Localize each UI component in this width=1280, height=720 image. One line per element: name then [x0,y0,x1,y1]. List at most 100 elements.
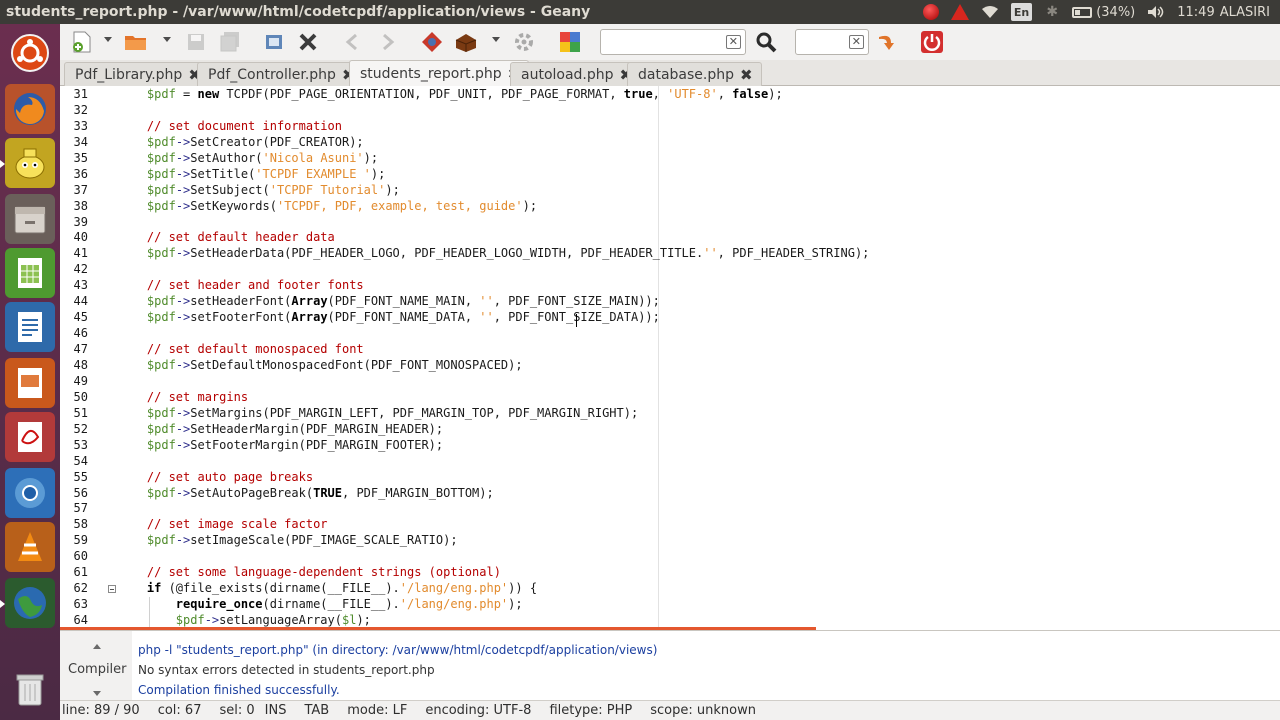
revert-icon[interactable] [260,28,288,56]
code-line[interactable]: $pdf->SetAuthor('Nicola Asuni'); [118,151,378,165]
wifi-icon[interactable] [981,3,999,21]
code-line[interactable]: $pdf->SetKeywords('TCPDF, PDF, example, … [118,199,537,213]
user-menu[interactable]: ALASIRI [1220,5,1270,20]
compiler-message-line[interactable]: Compilation finished successfully. [138,683,340,697]
close-tab-icon[interactable]: ✖ [740,66,753,84]
line-number: 48 [73,357,88,372]
ubuntu-dash-icon[interactable] [5,28,55,78]
code-line[interactable]: // set margins [118,390,248,404]
line-number: 41 [73,246,88,261]
bluetooth-icon[interactable]: ✱ [1044,3,1060,21]
status-tab: TAB [304,703,330,718]
goto-line-input[interactable]: ✕ [795,29,869,55]
clear-search-icon[interactable]: ✕ [725,35,741,49]
run-execute-icon[interactable] [510,28,538,56]
code-line[interactable]: $pdf = new TCPDF(PDF_PAGE_ORIENTATION, P… [118,87,783,101]
code-line[interactable]: $pdf->SetHeaderData(PDF_HEADER_LOGO, PDF… [118,246,869,260]
trash-icon[interactable] [5,664,55,714]
battery-icon[interactable] [1072,3,1093,21]
code-line[interactable]: $pdf->SetFooterMargin(PDF_MARGIN_FOOTER)… [118,438,443,452]
system-tray: En ✱ (34%) 11:49 ALASIRI [922,0,1270,24]
compiler-output[interactable]: php -l "students_report.php" (in directo… [132,631,1280,701]
code-line[interactable]: $pdf->SetCreator(PDF_CREATOR); [118,135,364,149]
navigate-back-icon[interactable] [338,28,366,56]
code-line[interactable]: $pdf->setLanguageArray($l); [118,613,371,627]
code-line[interactable]: // set default monospaced font [118,342,364,356]
code-line[interactable]: $pdf->SetDefaultMonospacedFont(PDF_FONT_… [118,358,523,372]
globe-app-icon[interactable] [0,578,55,628]
code-line[interactable]: $pdf->SetHeaderMargin(PDF_MARGIN_HEADER)… [118,422,443,436]
open-file-dropdown-arrow[interactable] [163,37,171,42]
navigate-forward-icon[interactable] [374,28,402,56]
code-line[interactable]: // set auto page breaks [118,470,313,484]
color-chooser-icon[interactable] [556,28,584,56]
volume-icon[interactable] [1147,3,1165,21]
code-line[interactable]: $pdf->SetSubject('TCPDF Tutorial'); [118,183,400,197]
battery-percent: (34%) [1096,4,1136,20]
line-number: 61 [73,565,88,580]
code-line[interactable]: // set document information [118,119,342,133]
window-title-bar: students_report.php - /var/www/html/code… [0,0,1280,24]
code-line[interactable]: $pdf->setHeaderFont(Array(PDF_FONT_NAME_… [118,294,660,308]
clock[interactable]: 11:49 [1177,5,1214,20]
compiler-message-line[interactable]: php -l "students_report.php" (in directo… [138,643,657,657]
code-line[interactable]: $pdf->setImageScale(PDF_IMAGE_SCALE_RATI… [118,533,458,547]
save-all-icon[interactable] [216,28,244,56]
save-icon[interactable] [182,28,210,56]
tab-pdf-library[interactable]: Pdf_Library.php ✖ [64,62,210,86]
new-file-dropdown-arrow[interactable] [104,37,112,42]
scroll-down-icon[interactable] [93,691,101,696]
chromium-icon[interactable] [5,468,55,518]
tab-students-report[interactable]: students_report.php ✖ [349,60,530,87]
build-icon[interactable] [452,28,480,56]
vlc-icon[interactable] [5,522,55,572]
tab-compiler[interactable]: Compiler [68,662,127,677]
files-icon[interactable] [5,194,55,244]
libreoffice-writer-icon[interactable] [5,302,55,352]
goto-line-icon[interactable] [872,28,900,56]
warning-icon[interactable] [950,3,969,21]
open-file-icon[interactable] [122,28,150,56]
clear-goto-icon[interactable]: ✕ [848,35,864,49]
libreoffice-calc-icon[interactable] [5,248,55,298]
build-dropdown-arrow[interactable] [492,37,500,42]
search-icon[interactable] [752,28,780,56]
libreoffice-impress-icon[interactable] [5,358,55,408]
code-line[interactable]: // set header and footer fonts [118,278,364,292]
line-number: 33 [73,118,88,133]
compile-icon[interactable] [418,28,446,56]
close-file-icon[interactable] [294,28,322,56]
geany-icon[interactable] [0,138,55,188]
line-number: 52 [73,421,88,436]
code-line[interactable]: // set some language-dependent strings (… [118,565,501,579]
tab-autoload[interactable]: autoload.php ✖ [510,62,642,86]
scroll-up-icon[interactable] [93,644,101,649]
line-number: 44 [73,294,88,309]
code-line[interactable]: $pdf->SetTitle('TCPDF EXAMPLE '); [118,167,385,181]
update-notifier-icon[interactable] [922,3,939,21]
tab-database[interactable]: database.php ✖ [627,62,762,86]
code-editor[interactable]: 31 32 33 34 35 36 37 38 39 40 41 42 43 44 45 46 47 48 49 50… [60,86,1280,630]
status-filetype: filetype: PHP [549,703,633,718]
document-viewer-icon[interactable] [5,412,55,462]
code-line[interactable]: // set default header data [118,230,335,244]
line-number: 34 [73,134,88,149]
line-number: 35 [73,150,88,165]
code-line[interactable]: require_once(dirname(__FILE__).'/lang/en… [118,597,523,611]
code-line[interactable]: $pdf->SetMargins(PDF_MARGIN_LEFT, PDF_MA… [118,406,638,420]
fold-toggle-icon[interactable] [108,585,116,594]
search-input[interactable]: ✕ [600,29,746,55]
code-line[interactable]: $pdf->SetAutoPageBreak(TRUE, PDF_MARGIN_… [118,486,494,500]
new-file-icon[interactable] [68,28,96,56]
message-window: Compiler php -l "students_report.php" (i… [60,630,1280,701]
code-line[interactable]: if (@file_exists(dirname(__FILE__).'/lan… [118,581,537,595]
tab-pdf-controller[interactable]: Pdf_Controller.php ✖ [197,62,364,86]
firefox-icon[interactable] [5,84,55,134]
code-line[interactable]: // set image scale factor [118,517,328,531]
compiler-message-line[interactable]: No syntax errors detected in students_re… [138,663,435,677]
line-number: 37 [73,182,88,197]
code-line[interactable]: $pdf->setFooterFont(Array(PDF_FONT_NAME_… [118,310,660,324]
keyboard-layout-indicator[interactable]: En [1010,3,1033,21]
quit-icon[interactable] [918,28,946,56]
line-number: 36 [73,166,88,181]
